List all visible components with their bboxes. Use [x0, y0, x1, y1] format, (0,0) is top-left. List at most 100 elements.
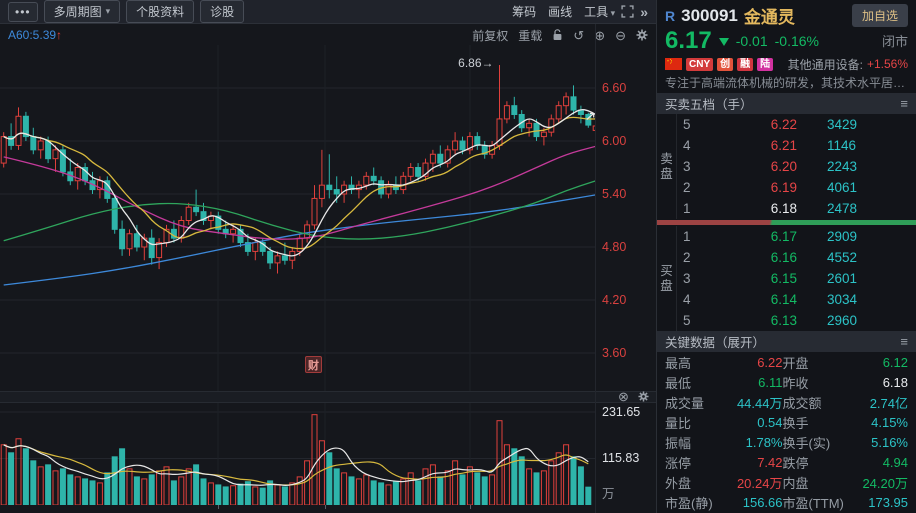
- adjust-button-2[interactable]: 重载: [518, 27, 542, 44]
- sell-level-4[interactable]: 4 6.21 1146: [677, 135, 916, 156]
- key-data-menu-icon[interactable]: ≡: [900, 334, 908, 349]
- volume-chart[interactable]: [0, 403, 595, 505]
- sell-level-5[interactable]: 5 6.22 3429: [677, 114, 916, 135]
- level-price: 6.14: [770, 292, 797, 307]
- tool-3[interactable]: 工具 ▾: [584, 3, 615, 20]
- sell-level-1[interactable]: 1 6.18 2478: [677, 198, 916, 219]
- down-arrow-icon: [718, 38, 729, 46]
- level-volume: 2601: [827, 271, 858, 286]
- tab-2[interactable]: 个股资料: [126, 0, 195, 23]
- sector-change[interactable]: +1.56%: [867, 57, 908, 71]
- level-price: 6.20: [770, 159, 797, 174]
- order-book-menu-icon[interactable]: ≡: [900, 96, 908, 111]
- price-row: 6.17 -0.01 -0.16% 闭市: [657, 27, 916, 54]
- level-number: 1: [683, 201, 691, 216]
- adjust-button-1[interactable]: 前复权: [472, 27, 508, 44]
- key-data-header: 关键数据（展开） ≡: [657, 331, 916, 352]
- key-data-grid: 最高 6.22 开盘 6.12 最低 6.11 昨收 6.18 成交量 44.44万 成交额 2.74…: [657, 352, 916, 512]
- key-data-value: 6.11: [758, 374, 783, 390]
- close-volume-pane-icon[interactable]: ⊗: [618, 389, 629, 405]
- sell-level-2[interactable]: 2 6.19 4061: [677, 177, 916, 198]
- undo-icon[interactable]: ↺: [573, 29, 584, 42]
- key-data-value: 6.22: [757, 354, 783, 370]
- ma60-indicator-label: A60:5.39↑: [8, 28, 63, 42]
- pane-divider: [0, 391, 656, 403]
- tool-2[interactable]: 画线: [548, 3, 572, 20]
- buy-level-2[interactable]: 2 6.16 4552: [677, 247, 916, 268]
- level-number: 3: [683, 159, 691, 174]
- level-number: 4: [683, 138, 691, 153]
- sell-level-3[interactable]: 3 6.20 2243: [677, 156, 916, 177]
- tab-3[interactable]: 诊股: [200, 0, 245, 23]
- company-description[interactable]: 专注于高端流体机械的研发，其技术水平居行...: [657, 74, 916, 93]
- key-data-row: 成交量 44.44万 成交额 2.74亿: [657, 392, 916, 412]
- collapse-panel-icon[interactable]: »: [640, 4, 648, 20]
- key-data-label: 开盘: [782, 355, 809, 371]
- depth-ratio-bar: [657, 220, 916, 225]
- candlestick-chart[interactable]: 6.86→: [0, 45, 595, 392]
- market-status: 闭市: [881, 34, 908, 49]
- key-data-value: 173.95: [868, 494, 908, 510]
- key-data-label: 换手: [782, 415, 809, 431]
- key-data-value: 0.54: [757, 414, 783, 430]
- key-data-value: 156.66: [742, 494, 783, 510]
- sell-side: 卖 盘 5 6.22 3429 4 6.21 1146 3 6.20 2243 2 6.19 4061…: [657, 114, 916, 219]
- key-data-label: 量比: [665, 415, 692, 431]
- tab-1[interactable]: 多周期图 ▾: [43, 0, 121, 23]
- level-volume: 2478: [827, 201, 858, 216]
- key-data-value: 2.74亿: [869, 395, 908, 411]
- key-data-label: 换手(实): [782, 435, 831, 451]
- price-axis-label: 6.60: [602, 81, 627, 95]
- chevron-down-icon: ▾: [105, 6, 111, 16]
- settings-gear-icon[interactable]: [636, 29, 648, 41]
- level-price: 6.17: [770, 229, 797, 244]
- buy-side: 买 盘 1 6.17 2909 2 6.16 4552 3 6.15 2601 4 6.14 3034…: [657, 226, 916, 331]
- buy-level-1[interactable]: 1 6.17 2909: [677, 226, 916, 247]
- badge-陆: 陆: [757, 57, 774, 71]
- key-data-label: 最低: [665, 375, 692, 391]
- level-volume: 2960: [827, 313, 858, 328]
- key-data-label: 跌停: [782, 455, 809, 471]
- badge-融: 融: [737, 57, 754, 71]
- level-volume: 2909: [827, 229, 858, 244]
- stock-code: 300091: [681, 5, 738, 25]
- level-volume: 4061: [827, 180, 858, 195]
- quote-panel: R 300091 金通灵 加自选 6.17 -0.01 -0.16% 闭市 CN…: [656, 0, 916, 513]
- earnings-event-badge[interactable]: 财: [305, 356, 322, 373]
- level-volume: 3034: [827, 292, 858, 307]
- level-price: 6.16: [770, 250, 797, 265]
- stock-trading-app: ••• 多周期图 ▾ 个股资料 诊股 筹码 画线 工具 ▾ » A60:5.39↑ 前复权…: [0, 0, 916, 513]
- level-price: 6.22: [770, 117, 797, 132]
- tool-1[interactable]: 筹码: [512, 3, 536, 20]
- key-data-row: 振幅 1.78% 换手(实) 5.16%: [657, 432, 916, 452]
- fullscreen-icon[interactable]: [621, 5, 634, 18]
- more-tabs-button[interactable]: •••: [8, 1, 38, 22]
- order-book-header: 买卖五档（手） ≡: [657, 93, 916, 114]
- volume-settings-gear-icon[interactable]: [638, 391, 649, 402]
- zoom-out-icon[interactable]: ⊖: [615, 29, 626, 42]
- buy-level-4[interactable]: 4 6.14 3034: [677, 289, 916, 310]
- sell-side-label: 卖 盘: [657, 114, 677, 219]
- x-axis-tick: [470, 505, 471, 509]
- level-volume: 2243: [827, 159, 858, 174]
- buy-side-label: 买 盘: [657, 226, 677, 331]
- volume-axis-label: 115.83: [602, 451, 640, 466]
- svg-text:6.86→: 6.86→: [458, 56, 493, 70]
- key-data-label: 成交量: [665, 395, 705, 411]
- add-watchlist-button[interactable]: 加自选: [851, 4, 908, 27]
- level-number: 2: [683, 180, 691, 195]
- key-data-label: 昨收: [782, 375, 809, 391]
- key-data-row: 外盘 20.24万 内盘 24.20万: [657, 472, 916, 492]
- level-number: 5: [683, 313, 691, 328]
- level-price: 6.13: [770, 313, 797, 328]
- adjust-mode-buttons: 前复权 重载: [472, 27, 542, 44]
- key-data-row: 量比 0.54 换手 4.15%: [657, 412, 916, 432]
- key-data-label: 涨停: [665, 455, 692, 471]
- buy-level-5[interactable]: 5 6.13 2960: [677, 310, 916, 331]
- lock-icon[interactable]: [552, 29, 563, 41]
- toolbar-tabs: 多周期图 ▾ 个股资料 诊股: [43, 0, 245, 23]
- sector-label[interactable]: 其他通用设备:: [788, 56, 863, 73]
- key-data-value: 44.44万: [736, 395, 783, 411]
- buy-level-3[interactable]: 3 6.15 2601: [677, 268, 916, 289]
- key-data-row: 最低 6.11 昨收 6.18: [657, 372, 916, 392]
